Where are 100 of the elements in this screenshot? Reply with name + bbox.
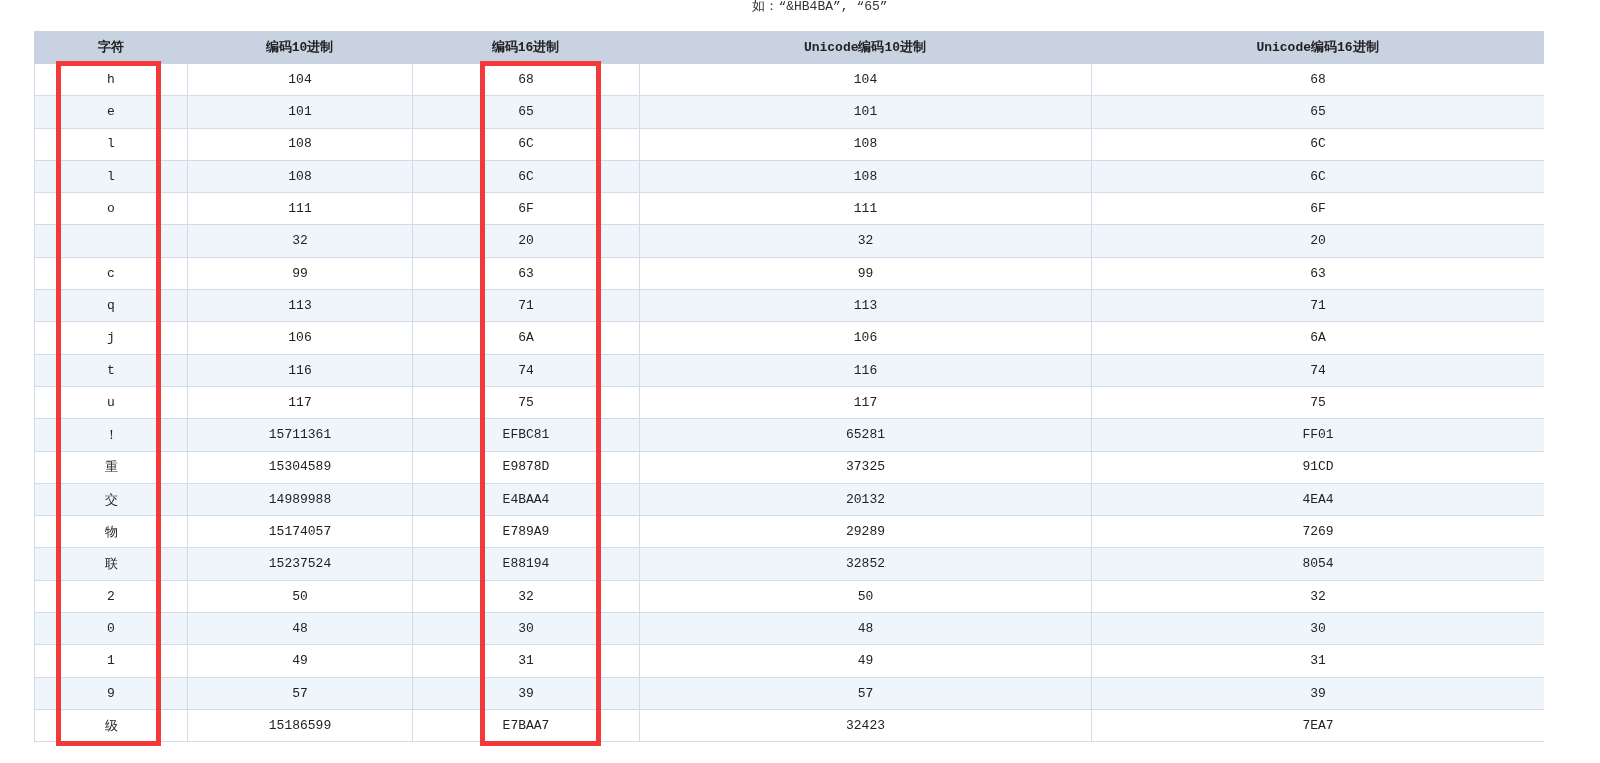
table-cell-text: E4BAA4 [502,490,550,509]
table-cell-text: FF01 [1302,426,1334,445]
table-cell-text: 63 [1310,264,1326,283]
table-cell-text: 29289 [846,523,885,542]
table-cell-text: 50 [857,587,874,606]
table-cell-text: 32852 [846,555,885,574]
table-cell-text: 32 [1310,587,1326,606]
table-cell-text: h [107,70,115,89]
table-cell-text: 106 [853,329,878,348]
table-cell-text: 68 [1310,70,1326,89]
table-cell-text: 6A [1310,329,1326,348]
table-cell-text: 108 [288,167,312,186]
table-cell-text: 1 [107,652,115,671]
table-cell-text: j [107,329,115,348]
table-cell-text: ！ [104,426,118,445]
table-cell-text: 20132 [846,490,885,509]
table-cell-text: 39 [518,684,534,703]
table-cell-text: 108 [288,135,312,154]
table-cell-text: 4EA4 [1302,490,1334,509]
table-cell-text: 15237524 [268,555,332,574]
table-cell-text: 71 [1310,296,1326,315]
column-header: 字符 [97,38,124,57]
table-cell-text: E7BAA7 [502,716,550,735]
table-cell-text: 117 [288,393,312,412]
table-cell-text: 65 [1310,103,1326,122]
table-cell-text: 106 [288,329,312,348]
table-cell-text: 71 [518,296,534,315]
table-cell-text: 116 [853,361,878,380]
table-cell-text: 6A [518,329,534,348]
table-cell-text: 111 [853,200,878,219]
table-cell-text: 111 [288,200,312,219]
table-cell-text: 8054 [1302,555,1334,574]
table-cell-text: 6C [1310,167,1326,186]
table-cell-text: 6C [518,167,534,186]
table-cell-text: 7269 [1302,523,1334,542]
table-cell-text: 6C [1310,135,1326,154]
table-cell-text: 32 [518,587,534,606]
table-cell-text: 物 [104,523,118,542]
example-text: 如：“&HB4BA”, “65” [751,0,888,16]
table-cell-text: 联 [104,555,118,574]
table-cell-text: 65 [518,103,534,122]
table-cell-text: t [107,361,115,380]
table-cell-text: 32 [292,232,308,251]
table-cell-text: o [107,200,115,219]
table-cell-text: 75 [1310,393,1326,412]
table-cell-text: q [107,296,115,315]
table-cell-text: 57 [292,684,308,703]
table-cell-text: 6F [1310,200,1326,219]
table-cell-text: 6C [518,135,534,154]
table-cell-text: 91CD [1302,458,1334,477]
table-cell-text: 20 [518,232,534,251]
table-cell-text: 31 [518,652,534,671]
table-cell-text: 32423 [846,716,885,735]
table-cell-text: 交 [104,490,118,509]
table-cell-text: 113 [288,296,312,315]
column-header: Unicode编码10进制 [803,38,927,57]
table-cell-text: 39 [1310,684,1326,703]
table-cell-text: 30 [1310,619,1326,638]
table-cell-text: EFBC81 [502,426,550,445]
table-cell-text: E789A9 [502,523,550,542]
column-header: Unicode编码16进制 [1256,38,1379,57]
table-cell-text: 0 [107,619,115,638]
table-cell-text: 9 [107,684,115,703]
table-cell-text: E88194 [502,555,550,574]
table-cell-text: 65281 [846,426,885,445]
column-header: 编码10进制 [265,38,334,57]
table-cell-text: 117 [853,393,878,412]
table-cell-text: 14989988 [268,490,332,509]
table-cell-text: 48 [292,619,308,638]
table-cell-text: 20 [1310,232,1326,251]
table-cell-text: 级 [104,716,118,735]
table-cell-text: 30 [518,619,534,638]
table-cell-text: u [107,393,115,412]
table-cell-text: 6F [518,200,534,219]
table-cell-text: 32 [857,232,874,251]
table-cell-text: 75 [518,393,534,412]
table-cell-text: 101 [853,103,878,122]
table-cell-text: 108 [853,135,878,154]
table-cell-text: 15186599 [268,716,332,735]
table-cell-text: 15304589 [268,458,332,477]
table-cell-text: 7EA7 [1302,716,1334,735]
table-cell-text: 116 [288,361,312,380]
table-cell-text: 49 [292,652,308,671]
table-cell-text: 49 [857,652,874,671]
table-cell-text: 57 [857,684,874,703]
table-cell-text: 48 [857,619,874,638]
table-cell-text: l [107,167,115,186]
table-cell-text: 31 [1310,652,1326,671]
table-cell-text: e [107,103,115,122]
column-header: 编码16进制 [491,38,560,57]
table-cell-text: 74 [1310,361,1326,380]
table-cell-text: 2 [107,587,115,606]
table-cell-text: 108 [853,167,878,186]
table-cell-text: l [107,135,115,154]
table-cell-text: 113 [853,296,878,315]
table-cell-text: c [107,264,115,283]
table-cell-text: 104 [288,70,312,89]
table-cell-text: 101 [288,103,312,122]
table-cell-text: 104 [853,70,878,89]
table-cell-text: 63 [518,264,534,283]
